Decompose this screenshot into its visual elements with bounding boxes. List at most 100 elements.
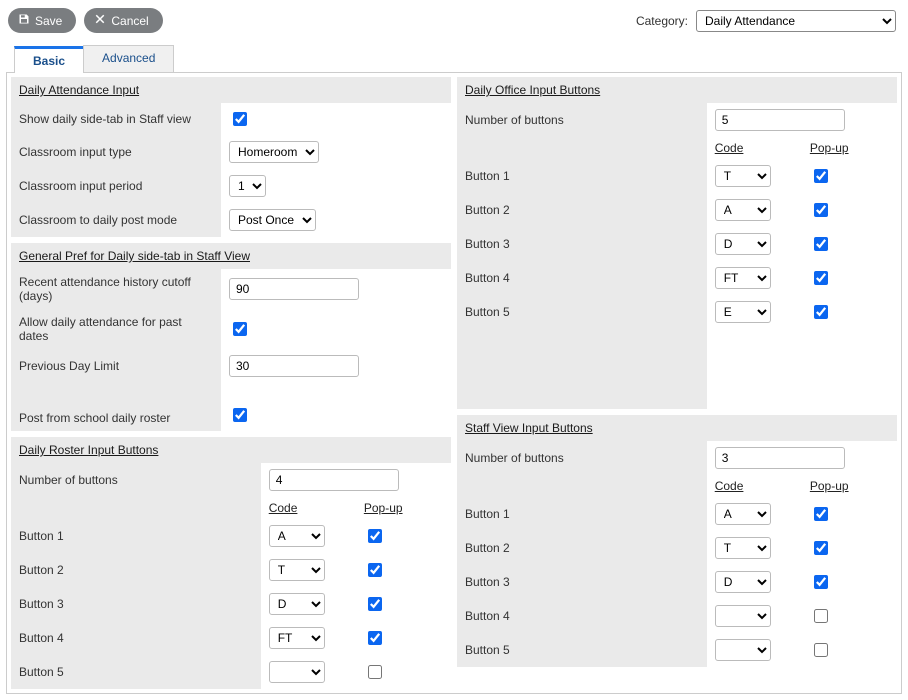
post-mode-label: Classroom to daily post mode xyxy=(11,203,221,237)
classroom-input-type-select[interactable]: Homeroom xyxy=(229,141,319,163)
section-header: Daily Attendance Input xyxy=(11,77,451,103)
save-button[interactable]: Save xyxy=(8,8,76,33)
button-popup-checkbox[interactable] xyxy=(814,237,828,251)
button-code-select[interactable]: ATDFTE xyxy=(715,537,771,559)
button-row: Button 4 ATDFTE xyxy=(457,261,897,295)
category-select[interactable]: Daily Attendance xyxy=(696,10,896,32)
button-code-select[interactable]: ATDFTE xyxy=(269,525,325,547)
show-side-tab-checkbox[interactable] xyxy=(233,112,247,126)
button-row-label: Button 1 xyxy=(457,159,707,193)
button-row: Button 3 ATDFTE xyxy=(457,565,897,599)
button-popup-checkbox[interactable] xyxy=(814,575,828,589)
button-popup-checkbox[interactable] xyxy=(814,609,828,623)
cutoff-label: Recent attendance history cutoff (days) xyxy=(11,269,221,309)
button-popup-checkbox[interactable] xyxy=(368,563,382,577)
button-popup-checkbox[interactable] xyxy=(368,529,382,543)
code-header: Code xyxy=(707,475,802,497)
settings-panel: Daily Attendance Input Show daily side-t… xyxy=(6,73,902,694)
staff-view-buttons-section: Staff View Input Buttons Number of butto… xyxy=(457,415,897,667)
cancel-button-label: Cancel xyxy=(111,14,148,28)
button-code-select[interactable]: ATDFTE xyxy=(269,661,325,683)
classroom-input-period-label: Classroom input period xyxy=(11,169,221,203)
button-row: Button 4ATDFTE xyxy=(457,599,897,633)
post-mode-select[interactable]: Post Once xyxy=(229,209,316,231)
button-row-label: Button 3 xyxy=(457,565,707,599)
post-from-roster-label: Post from school daily roster xyxy=(11,383,221,431)
button-row: Button 2 ATDFTE xyxy=(457,193,897,227)
button-row-label: Button 3 xyxy=(11,587,261,621)
category-label: Category: xyxy=(636,14,688,28)
button-row-label: Button 4 xyxy=(457,261,707,295)
close-icon xyxy=(94,13,106,28)
button-popup-checkbox[interactable] xyxy=(814,643,828,657)
button-row: Button 1 ATDFTE xyxy=(11,519,451,553)
daily-attendance-input-section: Daily Attendance Input Show daily side-t… xyxy=(11,77,451,237)
button-row: Button 1 ATDFTE xyxy=(457,497,897,531)
num-buttons-input[interactable] xyxy=(269,469,399,491)
prev-day-limit-input[interactable] xyxy=(229,355,359,377)
cancel-button[interactable]: Cancel xyxy=(84,8,162,33)
button-row-label: Button 3 xyxy=(457,227,707,261)
button-popup-checkbox[interactable] xyxy=(368,597,382,611)
button-popup-checkbox[interactable] xyxy=(814,169,828,183)
daily-office-buttons-section: Daily Office Input Buttons Number of but… xyxy=(457,77,897,409)
show-side-tab-label: Show daily side-tab in Staff view xyxy=(11,103,221,135)
button-code-select[interactable]: ATDFTE xyxy=(715,571,771,593)
button-popup-checkbox[interactable] xyxy=(368,665,382,679)
code-header: Code xyxy=(261,497,356,519)
num-buttons-input[interactable] xyxy=(715,109,845,131)
button-popup-checkbox[interactable] xyxy=(814,507,828,521)
button-row: Button 2ATDFTE xyxy=(11,553,451,587)
classroom-input-type-label: Classroom input type xyxy=(11,135,221,169)
save-button-label: Save xyxy=(35,14,62,28)
button-row-label: Button 2 xyxy=(457,531,707,565)
button-code-select[interactable]: ATDFTE xyxy=(269,593,325,615)
button-row-label: Button 2 xyxy=(457,193,707,227)
button-row-label: Button 1 xyxy=(457,497,707,531)
section-header: Staff View Input Buttons xyxy=(457,415,897,441)
button-row: Button 4ATDFTE xyxy=(11,621,451,655)
num-buttons-label: Number of buttons xyxy=(11,463,261,497)
code-header: Code xyxy=(707,137,802,159)
num-buttons-input[interactable] xyxy=(715,447,845,469)
button-code-select[interactable]: ATDFTE xyxy=(715,639,771,661)
button-code-select[interactable]: ATDFTE xyxy=(715,503,771,525)
num-buttons-label: Number of buttons xyxy=(457,441,707,475)
right-column: Daily Office Input Buttons Number of but… xyxy=(457,77,897,689)
button-popup-checkbox[interactable] xyxy=(814,541,828,555)
general-pref-section: General Pref for Daily side-tab in Staff… xyxy=(11,243,451,431)
allow-past-checkbox[interactable] xyxy=(233,322,247,336)
button-row-label: Button 1 xyxy=(11,519,261,553)
button-code-select[interactable]: ATDFTE xyxy=(715,165,771,187)
button-row-label: Button 5 xyxy=(11,655,261,689)
allow-past-label: Allow daily attendance for past dates xyxy=(11,309,221,349)
save-icon xyxy=(18,13,30,28)
button-row: Button 5ATDFTE xyxy=(457,295,897,329)
tab-advanced[interactable]: Advanced xyxy=(83,45,174,72)
button-popup-checkbox[interactable] xyxy=(368,631,382,645)
popup-header: Pop-up xyxy=(802,137,897,159)
button-code-select[interactable]: ATDFTE xyxy=(715,301,771,323)
button-row: Button 2 ATDFTE xyxy=(457,531,897,565)
button-popup-checkbox[interactable] xyxy=(814,271,828,285)
button-code-select[interactable]: ATDFTE xyxy=(715,233,771,255)
popup-header: Pop-up xyxy=(802,475,897,497)
tab-strip: Basic Advanced xyxy=(6,45,902,73)
popup-header: Pop-up xyxy=(356,497,451,519)
button-popup-checkbox[interactable] xyxy=(814,305,828,319)
classroom-input-period-select[interactable]: 1 xyxy=(229,175,266,197)
button-code-select[interactable]: ATDFTE xyxy=(715,267,771,289)
tab-basic[interactable]: Basic xyxy=(14,46,84,73)
button-code-select[interactable]: ATDFTE xyxy=(269,627,325,649)
button-code-select[interactable]: ATDFTE xyxy=(715,605,771,627)
button-popup-checkbox[interactable] xyxy=(814,203,828,217)
section-header: Daily Roster Input Buttons xyxy=(11,437,451,463)
cutoff-input[interactable] xyxy=(229,278,359,300)
button-code-select[interactable]: ATDFTE xyxy=(715,199,771,221)
section-header: Daily Office Input Buttons xyxy=(457,77,897,103)
num-buttons-label: Number of buttons xyxy=(457,103,707,137)
button-row: Button 3 ATDFTE xyxy=(11,587,451,621)
button-code-select[interactable]: ATDFTE xyxy=(269,559,325,581)
button-row: Button 5 ATDFTE xyxy=(11,655,451,689)
post-from-roster-checkbox[interactable] xyxy=(233,408,247,422)
